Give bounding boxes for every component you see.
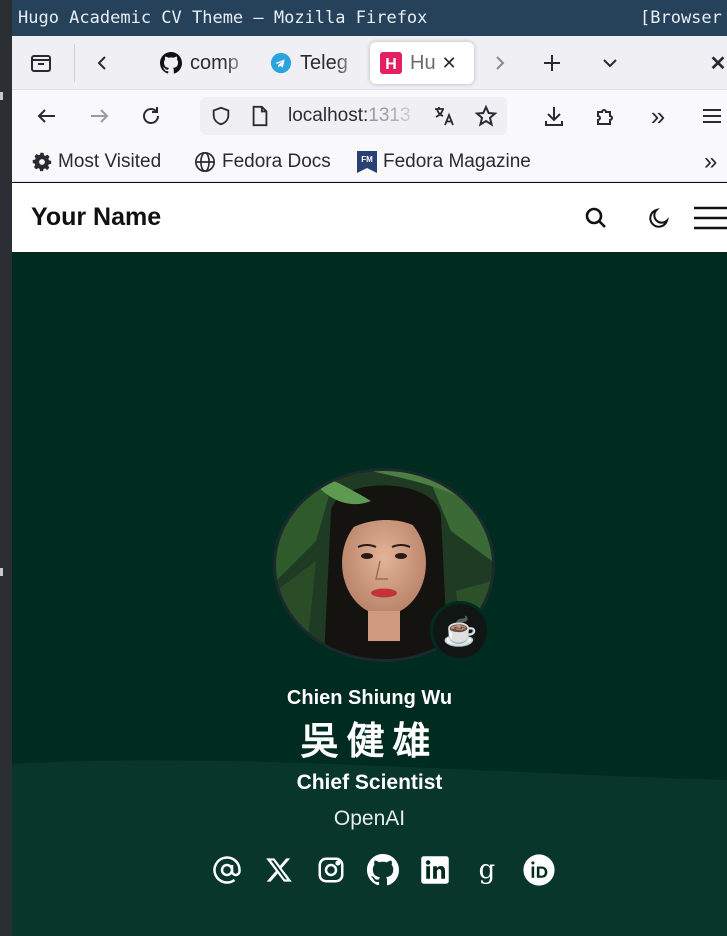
hamburger-icon [703,109,721,123]
at-icon[interactable] [210,853,244,887]
instagram-icon[interactable] [314,853,348,887]
bookmark-most-visited[interactable]: Most Visited [32,142,161,182]
bookmarks-toolbar: Most Visited Fedora Docs FM Fedora Magaz… [12,142,727,182]
window-titlebar: Hugo Academic CV Theme — Mozilla Firefox… [12,0,727,36]
profile-role: Chief Scientist [296,771,443,794]
navigation-toolbar: localhost:1313 » [12,90,727,142]
arrow-left-icon [37,109,55,123]
profile-avatar-wrap: ☕ [273,468,495,662]
desktop-tick [0,568,3,576]
back-button[interactable] [29,98,65,134]
chevron-left-icon [97,56,106,70]
download-icon [545,107,563,126]
search-icon [585,207,606,228]
tab-label: Hu [410,51,436,74]
close-tab-icon[interactable]: ✕ [442,53,457,74]
tab-divider [74,44,75,82]
linkedin-icon[interactable] [418,853,452,887]
double-chevron-icon: » [704,148,718,175]
scroll-tabs-left-button[interactable] [84,46,120,80]
close-window-button[interactable]: ✕ [706,46,727,80]
window-title: Hugo Academic CV Theme — Mozilla Firefox [18,8,428,28]
hugo-icon: H [380,52,402,74]
reload-button[interactable] [133,98,169,134]
bookmark-fedora-docs[interactable]: Fedora Docs [194,142,331,182]
gear-icon [32,152,52,172]
overflow-toolbar-button[interactable]: » [640,98,676,134]
tab-overview-button[interactable] [20,46,62,80]
puzzle-icon [597,109,613,125]
new-tab-button[interactable] [534,46,570,80]
arrow-right-icon [91,109,109,123]
github-icon [160,52,182,74]
app-menu-button[interactable] [694,98,727,134]
status-emoji-badge[interactable]: ☕ [430,601,490,661]
url-text[interactable]: localhost:1313 [288,97,426,135]
moon-icon [649,207,670,228]
fm-icon: FM [357,151,377,173]
globe-icon [194,151,216,173]
site-navbar: Your Name [12,183,727,252]
url-bar[interactable]: localhost:1313 [200,97,507,135]
plus-icon [544,55,560,71]
extensions-button[interactable] [588,98,624,134]
chevron-down-icon [603,59,617,68]
profile-organization: OpenAI [333,807,406,830]
chevron-right-icon [496,56,505,70]
social-links: g [210,850,574,890]
reload-icon [143,107,159,124]
tab-label: Teleg [300,51,348,74]
google-scholar-icon[interactable]: g [470,853,504,887]
telegram-icon [270,52,292,74]
scroll-tabs-right-button[interactable] [484,46,516,80]
search-button[interactable] [578,200,614,236]
downloads-button[interactable] [536,98,572,134]
tab-strip: comp Teleg H Hu ✕ ✕ [12,36,727,90]
page-icon[interactable] [250,105,270,132]
window-title-right: [Browser [640,8,722,28]
desktop-tick [0,92,3,100]
forward-button[interactable] [81,98,117,134]
bookmark-star-icon[interactable] [474,104,498,133]
site-brand[interactable]: Your Name [31,183,161,252]
tab-list-icon [31,55,51,72]
tab-hugo-active[interactable]: H Hu ✕ [370,42,474,84]
bookmark-label: Most Visited [58,151,162,172]
desktop-edge [0,0,12,936]
translate-icon[interactable] [432,104,456,133]
profile-name: Chien Shiung Wu [286,687,453,709]
list-all-tabs-button[interactable] [592,46,628,80]
x-icon[interactable] [262,853,296,887]
bookmark-label: Fedora Docs [222,151,331,172]
svg-text:FM: FM [361,155,373,164]
double-chevron-icon: » [650,100,666,131]
github-icon[interactable] [366,853,400,887]
close-icon: ✕ [709,52,727,75]
tab-label: comp [190,51,239,74]
site-menu-button[interactable] [692,200,727,236]
hero-section: ☕ Chien Shiung Wu 吳健雄 Chief Scientist Op… [12,252,727,936]
tab-github[interactable]: comp [160,42,252,84]
tab-telegram[interactable]: Teleg [270,42,362,84]
hamburger-icon [694,206,727,230]
bookmark-label: Fedora Magazine [383,151,531,172]
shield-icon[interactable] [210,105,232,132]
svg-text:H: H [385,56,397,73]
orcid-icon[interactable] [522,853,556,887]
bookmarks-overflow-button[interactable]: » [704,142,717,182]
bookmark-fedora-magazine[interactable]: FM Fedora Magazine [357,142,531,182]
theme-toggle-button[interactable] [641,200,677,236]
profile-name-cjk: 吳健雄 [300,719,439,763]
